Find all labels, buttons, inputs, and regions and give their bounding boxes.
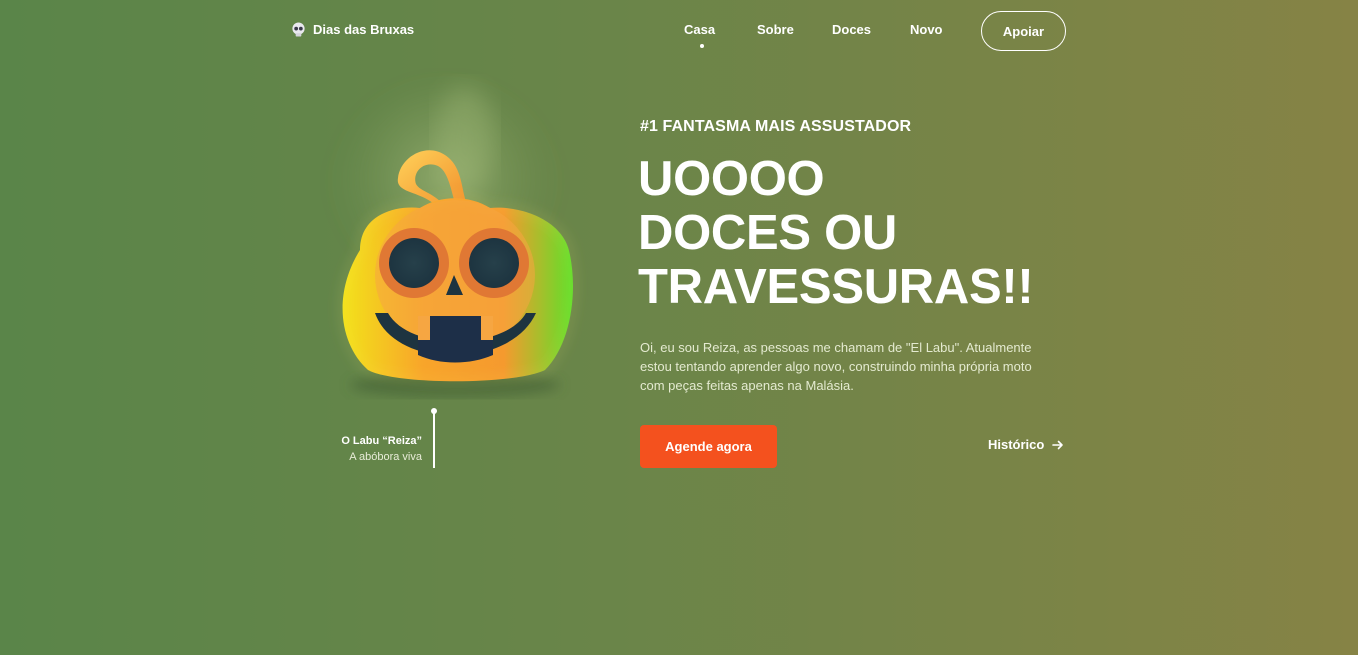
hero-headline: UOOOO DOCES OU TRAVESSURAS!! — [638, 152, 1098, 314]
nav-item-novo[interactable]: Novo — [910, 22, 970, 37]
history-label: Histórico — [988, 437, 1045, 452]
active-nav-indicator — [700, 44, 704, 48]
nav-item-sobre[interactable]: Sobre — [757, 22, 832, 37]
hero-eyebrow: #1 FANTASMA MAIS ASSUSTADOR — [640, 118, 912, 135]
arrow-right-icon — [1052, 440, 1064, 449]
pumpkin-illustration — [300, 80, 600, 410]
history-link[interactable]: Histórico — [988, 437, 1064, 452]
headline-line-3: TRAVESSURAS!! — [638, 260, 1034, 314]
caption-line — [433, 412, 435, 468]
pumpkin-icon — [335, 85, 575, 397]
character-name: O Labu “Reiza” — [341, 435, 422, 447]
main-nav: Casa Sobre Doces Novo — [684, 22, 970, 37]
character-caption: O Labu “Reiza” A abóbora viva — [341, 435, 422, 463]
logo-text: Dias das Bruxas — [313, 22, 415, 37]
nav-item-doces[interactable]: Doces — [832, 22, 910, 37]
logo[interactable]: Dias das Bruxas — [291, 22, 414, 37]
hero-intro: Oi, eu sou Reiza, as pessoas me chamam d… — [640, 340, 1032, 393]
headline-line-2: DOCES OU — [638, 206, 897, 260]
headline-line-1: UOOOO — [638, 152, 825, 206]
skull-icon — [292, 22, 305, 37]
character-subtitle: A abóbora viva — [349, 451, 422, 463]
nav-item-casa[interactable]: Casa — [684, 22, 757, 37]
book-now-button[interactable]: Agende agora — [640, 425, 777, 468]
support-button[interactable]: Apoiar — [981, 11, 1066, 51]
